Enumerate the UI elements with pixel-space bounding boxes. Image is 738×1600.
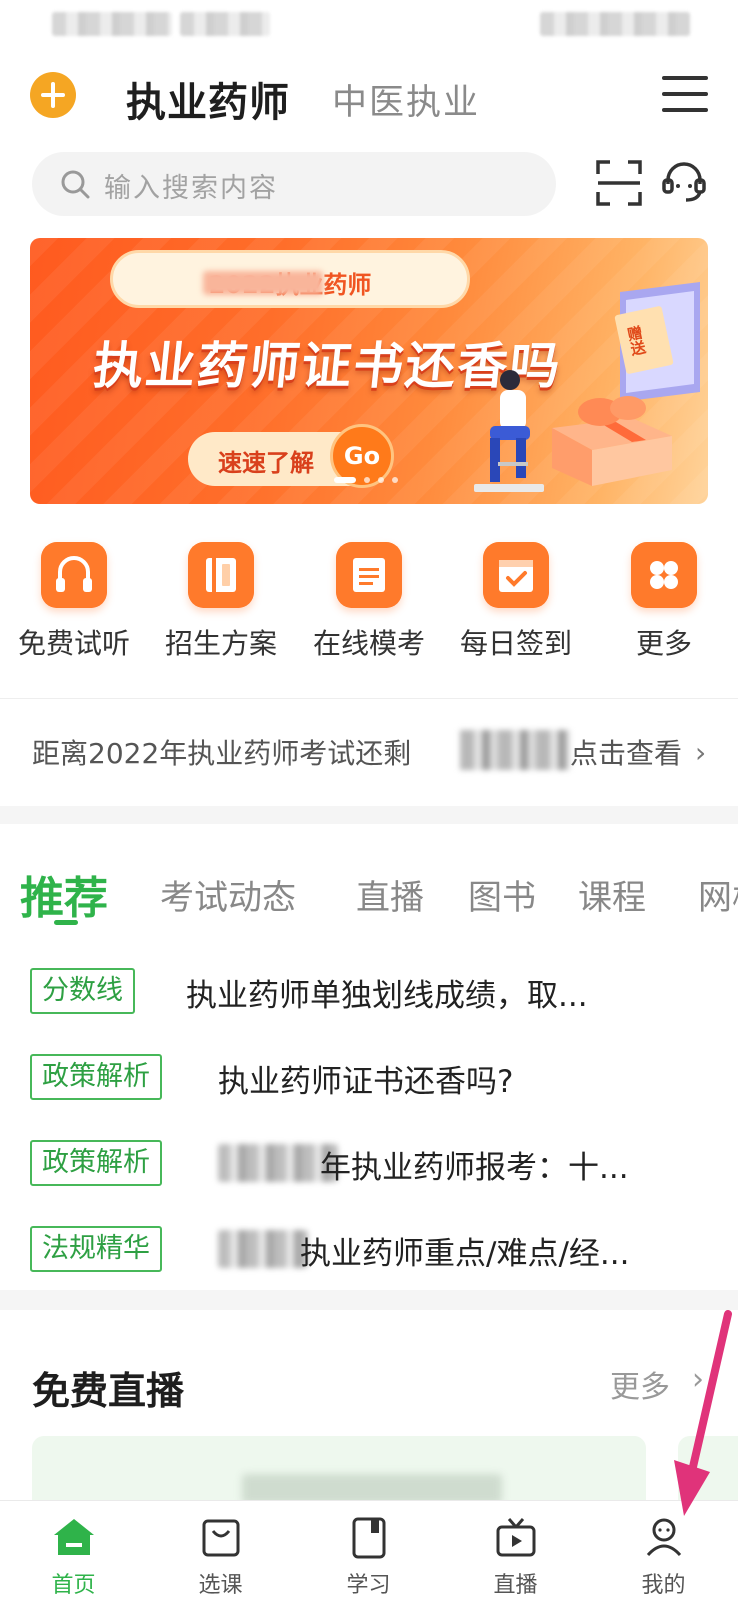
content-tabs: 推荐 考试动态 直播 图书 课程 网校 xyxy=(0,862,738,928)
news-tag: 政策解析 xyxy=(30,1054,162,1100)
quick-entry-daily-checkin[interactable]: 每日签到 xyxy=(442,534,590,674)
tab-recommend[interactable]: 推荐 xyxy=(20,862,108,926)
tab-courses[interactable]: 课程 xyxy=(578,870,646,919)
nav-study[interactable]: 学习 xyxy=(295,1501,442,1600)
nav-courses[interactable]: 选课 xyxy=(147,1501,294,1600)
app-header: 执业药师 中医执业 xyxy=(0,58,738,138)
bag-icon xyxy=(202,1519,240,1557)
tab-active-indicator xyxy=(54,920,78,925)
section-gap xyxy=(0,1290,738,1310)
tab-school[interactable]: 网校 xyxy=(698,870,738,919)
user-icon xyxy=(646,1518,682,1557)
search-input[interactable]: 输入搜索内容 xyxy=(32,152,556,216)
news-tag: 分数线 xyxy=(30,968,135,1014)
quick-entry-more[interactable]: 更多 xyxy=(590,534,738,674)
news-title: 执业药师证书还香吗? xyxy=(218,1064,514,1100)
page-title[interactable]: 执业药师 xyxy=(126,70,290,128)
countdown-days-blur xyxy=(460,730,570,770)
quick-entry-enrollment[interactable]: 招生方案 xyxy=(147,534,295,674)
news-title: 年执业药师报考：十... xyxy=(320,1150,629,1186)
section-title: 免费直播 xyxy=(32,1369,185,1413)
nav-home[interactable]: 首页 xyxy=(0,1501,147,1600)
promo-banner[interactable]: 2022执业药师 执业药师证书还香吗 速速了解 Go 赠送 xyxy=(30,238,708,504)
headphones-icon xyxy=(41,542,107,608)
news-title: 执业药师重点/难点/经... xyxy=(300,1236,630,1272)
tab-books[interactable]: 图书 xyxy=(468,870,536,919)
list-item[interactable]: 法规精华 执业药师重点/难点/经... xyxy=(0,1224,738,1276)
exam-countdown[interactable]: 距离2022年执业药师考试还剩 xyxy=(32,732,411,772)
carousel-indicator xyxy=(334,476,404,484)
person-illustration xyxy=(474,370,544,492)
section-gap xyxy=(0,806,738,824)
quick-entry-free-trial[interactable]: 免费试听 xyxy=(0,534,148,674)
menu-icon[interactable] xyxy=(662,76,708,112)
news-tag: 法规精华 xyxy=(30,1226,162,1272)
countdown-view-link[interactable]: 点击查看 xyxy=(570,732,682,772)
status-icons-blur xyxy=(180,12,270,36)
tab-exam-news[interactable]: 考试动态 xyxy=(160,870,296,919)
gift-box-illustration xyxy=(552,396,672,486)
status-bar xyxy=(0,0,738,48)
nav-live[interactable]: 直播 xyxy=(442,1501,589,1600)
book-icon xyxy=(188,542,254,608)
calendar-check-icon xyxy=(483,542,549,608)
list-item[interactable]: 政策解析 执业药师证书还香吗? xyxy=(0,1052,738,1104)
news-title: 执业药师单独划线成绩，取... xyxy=(186,978,588,1014)
news-tag: 政策解析 xyxy=(30,1140,162,1186)
banner-pill: 2022执业药师 xyxy=(110,250,470,308)
tv-icon xyxy=(496,1518,536,1557)
list-item[interactable]: 分数线 执业药师单独划线成绩，取... xyxy=(0,966,738,1018)
search-placeholder: 输入搜索内容 xyxy=(104,173,278,204)
home-icon xyxy=(54,1519,94,1555)
chevron-right-icon: › xyxy=(695,736,707,769)
annotation-arrow-icon xyxy=(674,1310,732,1516)
notebook-icon xyxy=(352,1517,386,1559)
status-battery-blur xyxy=(540,12,690,36)
tab-live[interactable]: 直播 xyxy=(356,870,424,919)
grid-icon xyxy=(631,542,697,608)
scan-icon[interactable] xyxy=(596,160,642,206)
customer-service-icon[interactable] xyxy=(660,158,708,206)
list-item[interactable]: 政策解析 年执业药师报考：十... xyxy=(0,1138,738,1190)
bottom-nav: 首页 选课 学习 直播 我的 xyxy=(0,1500,738,1600)
quick-entry-mock-exam[interactable]: 在线模考 xyxy=(295,534,443,674)
app-logo xyxy=(30,72,76,118)
category-switch[interactable]: 中医执业 xyxy=(332,74,480,125)
quick-entry-grid: 免费试听 招生方案 在线模考 每日签到 更多 xyxy=(0,534,738,674)
search-icon xyxy=(61,170,90,199)
divider xyxy=(0,698,738,699)
status-time-blur xyxy=(52,12,172,36)
document-icon xyxy=(336,542,402,608)
